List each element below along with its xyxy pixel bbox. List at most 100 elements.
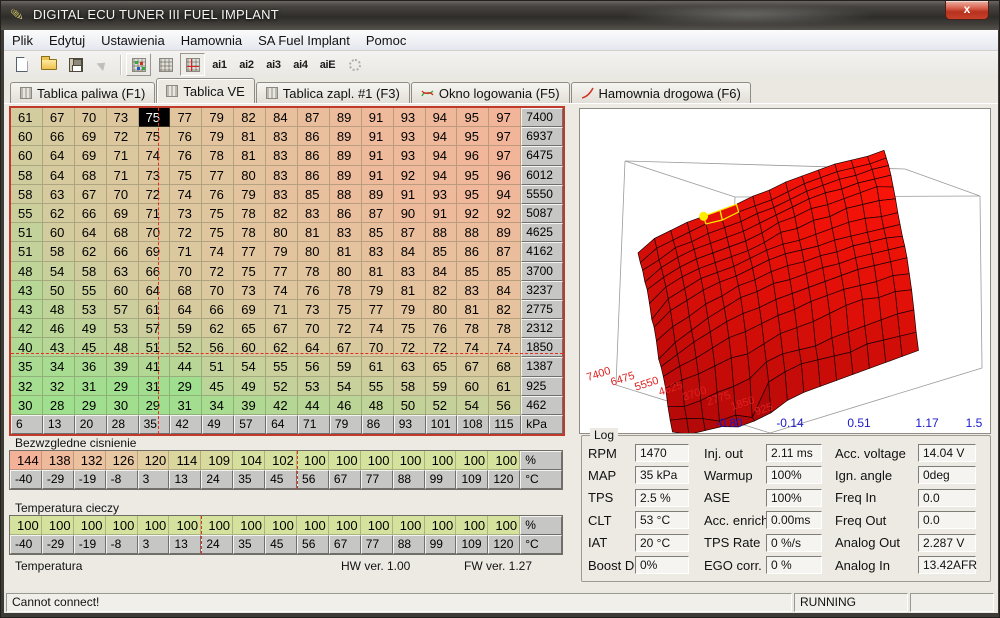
ve-cell-r1c5[interactable]: 76 <box>170 127 202 146</box>
ve-cell-r1c15[interactable]: 97 <box>489 127 521 146</box>
ve-cell-r11c11[interactable]: 74 <box>362 319 394 338</box>
pressure-percent-cell[interactable]: 144 <box>10 451 42 470</box>
connect-button[interactable] <box>90 53 115 76</box>
ve-cell-r7c10[interactable]: 81 <box>330 242 362 261</box>
ve-cell-r8c12[interactable]: 83 <box>394 262 426 281</box>
ve-cell-r11c2[interactable]: 49 <box>75 319 107 338</box>
ve-cell-r10c14[interactable]: 81 <box>457 300 489 319</box>
ve-cell-r6c4[interactable]: 70 <box>139 223 171 242</box>
pressure-percent-cell[interactable]: 120 <box>138 451 170 470</box>
ve-cell-r9c2[interactable]: 55 <box>75 281 107 300</box>
ve-cell-r9c0[interactable]: 43 <box>11 281 43 300</box>
ve-cell-r6c2[interactable]: 64 <box>75 223 107 242</box>
ve-table-view-button[interactable] <box>180 53 205 76</box>
ve-cell-r10c8[interactable]: 71 <box>266 300 298 319</box>
ve-cell-r7c11[interactable]: 83 <box>362 242 394 261</box>
ve-cell-r13c8[interactable]: 55 <box>266 357 298 376</box>
tab-okno-logowania-f5-[interactable]: Okno logowania (F5) <box>411 82 570 103</box>
ve-cell-r13c11[interactable]: 61 <box>362 357 394 376</box>
toolbar-button-ai1[interactable]: ai1 <box>207 53 232 76</box>
ve-cell-r1c7[interactable]: 81 <box>234 127 266 146</box>
ve-cell-r4c1[interactable]: 63 <box>43 185 75 204</box>
coolant-percent-cell[interactable]: 100 <box>265 516 297 535</box>
ve-cell-r3c7[interactable]: 80 <box>234 166 266 185</box>
ve-cell-r6c7[interactable]: 78 <box>234 223 266 242</box>
ve-cell-r2c6[interactable]: 78 <box>202 146 234 165</box>
plain-table-view-button[interactable] <box>153 53 178 76</box>
ve-cell-r8c13[interactable]: 84 <box>426 262 458 281</box>
ve-cell-r9c5[interactable]: 68 <box>170 281 202 300</box>
ve-cell-r0c14[interactable]: 95 <box>457 108 489 127</box>
pressure-percent-cell[interactable]: 109 <box>201 451 233 470</box>
pressure-percent-cell[interactable]: 100 <box>425 451 457 470</box>
ve-cell-r0c12[interactable]: 93 <box>394 108 426 127</box>
ve-cell-r9c14[interactable]: 83 <box>457 281 489 300</box>
ve-cell-r4c10[interactable]: 88 <box>330 185 362 204</box>
menu-item-plik[interactable]: Plik <box>4 31 41 50</box>
ve-cell-r1c0[interactable]: 60 <box>11 127 43 146</box>
ve-cell-r11c12[interactable]: 75 <box>394 319 426 338</box>
save-button[interactable] <box>63 53 88 76</box>
ve-cell-r14c6[interactable]: 45 <box>202 377 234 396</box>
ve-cell-r2c0[interactable]: 60 <box>11 146 43 165</box>
ve-cell-r2c14[interactable]: 96 <box>457 146 489 165</box>
ve-cell-r13c0[interactable]: 35 <box>11 357 43 376</box>
pressure-percent-cell[interactable]: 100 <box>297 451 329 470</box>
ve-cell-r0c4[interactable]: 75 <box>139 108 171 127</box>
ve-cell-r10c10[interactable]: 75 <box>330 300 362 319</box>
ve-cell-r15c11[interactable]: 48 <box>362 396 394 415</box>
ve-cell-r7c14[interactable]: 86 <box>457 242 489 261</box>
ve-cell-r14c9[interactable]: 53 <box>298 377 330 396</box>
tab-tablica-paliwa-f1-[interactable]: Tablica paliwa (F1) <box>10 82 155 103</box>
ve-cell-r12c3[interactable]: 48 <box>107 338 139 357</box>
ve-cell-r12c5[interactable]: 52 <box>170 338 202 357</box>
pressure-percent-cell[interactable]: 126 <box>106 451 138 470</box>
ve-cell-r7c0[interactable]: 51 <box>11 242 43 261</box>
coolant-percent-cell[interactable]: 100 <box>329 516 361 535</box>
menu-item-sa-fuel-implant[interactable]: SA Fuel Implant <box>250 31 358 50</box>
pressure-percent-cell[interactable]: 100 <box>488 451 520 470</box>
ve-cell-r12c1[interactable]: 43 <box>43 338 75 357</box>
ve-cell-r4c6[interactable]: 76 <box>202 185 234 204</box>
ve-cell-r0c3[interactable]: 73 <box>107 108 139 127</box>
ve-cell-r0c1[interactable]: 67 <box>43 108 75 127</box>
ve-cell-r9c6[interactable]: 70 <box>202 281 234 300</box>
ve-cell-r15c5[interactable]: 31 <box>170 396 202 415</box>
pressure-percent-cell[interactable]: 138 <box>42 451 74 470</box>
ve-cell-r5c7[interactable]: 78 <box>234 204 266 223</box>
ve-cell-r15c13[interactable]: 52 <box>426 396 458 415</box>
ve-cell-r10c0[interactable]: 43 <box>11 300 43 319</box>
coolant-percent-cell[interactable]: 100 <box>361 516 393 535</box>
ve-cell-r15c1[interactable]: 28 <box>43 396 75 415</box>
ve-cell-r2c15[interactable]: 97 <box>489 146 521 165</box>
menu-item-edytuj[interactable]: Edytuj <box>41 31 93 50</box>
ve-cell-r3c3[interactable]: 71 <box>107 166 139 185</box>
new-file-button[interactable] <box>9 53 34 76</box>
ve-cell-r0c10[interactable]: 89 <box>330 108 362 127</box>
ve-cell-r8c2[interactable]: 58 <box>75 262 107 281</box>
ve-cell-r4c14[interactable]: 95 <box>457 185 489 204</box>
ve-cell-r10c1[interactable]: 48 <box>43 300 75 319</box>
ve-cell-r13c9[interactable]: 56 <box>298 357 330 376</box>
ve-cell-r15c10[interactable]: 46 <box>330 396 362 415</box>
ve-cell-r2c13[interactable]: 94 <box>426 146 458 165</box>
ve-cell-r6c5[interactable]: 72 <box>170 223 202 242</box>
open-file-button[interactable] <box>36 53 61 76</box>
pressure-percent-cell[interactable]: 100 <box>361 451 393 470</box>
ve-cell-r4c11[interactable]: 89 <box>362 185 394 204</box>
ve-cell-r13c13[interactable]: 65 <box>426 357 458 376</box>
ve-cell-r8c10[interactable]: 80 <box>330 262 362 281</box>
ve-cell-r11c8[interactable]: 67 <box>266 319 298 338</box>
ve-cell-r15c2[interactable]: 29 <box>75 396 107 415</box>
ve-cell-r2c5[interactable]: 76 <box>170 146 202 165</box>
ve-cell-r2c4[interactable]: 74 <box>139 146 171 165</box>
ve-cell-r12c12[interactable]: 72 <box>394 338 426 357</box>
ve-cell-r5c6[interactable]: 75 <box>202 204 234 223</box>
pressure-percent-cell[interactable]: 114 <box>169 451 201 470</box>
ve-cell-r5c9[interactable]: 83 <box>298 204 330 223</box>
ve-cell-r8c11[interactable]: 81 <box>362 262 394 281</box>
ve-cell-r1c3[interactable]: 72 <box>107 127 139 146</box>
ve-cell-r2c12[interactable]: 93 <box>394 146 426 165</box>
ve-cell-r9c7[interactable]: 73 <box>234 281 266 300</box>
ve-cell-r12c7[interactable]: 60 <box>234 338 266 357</box>
